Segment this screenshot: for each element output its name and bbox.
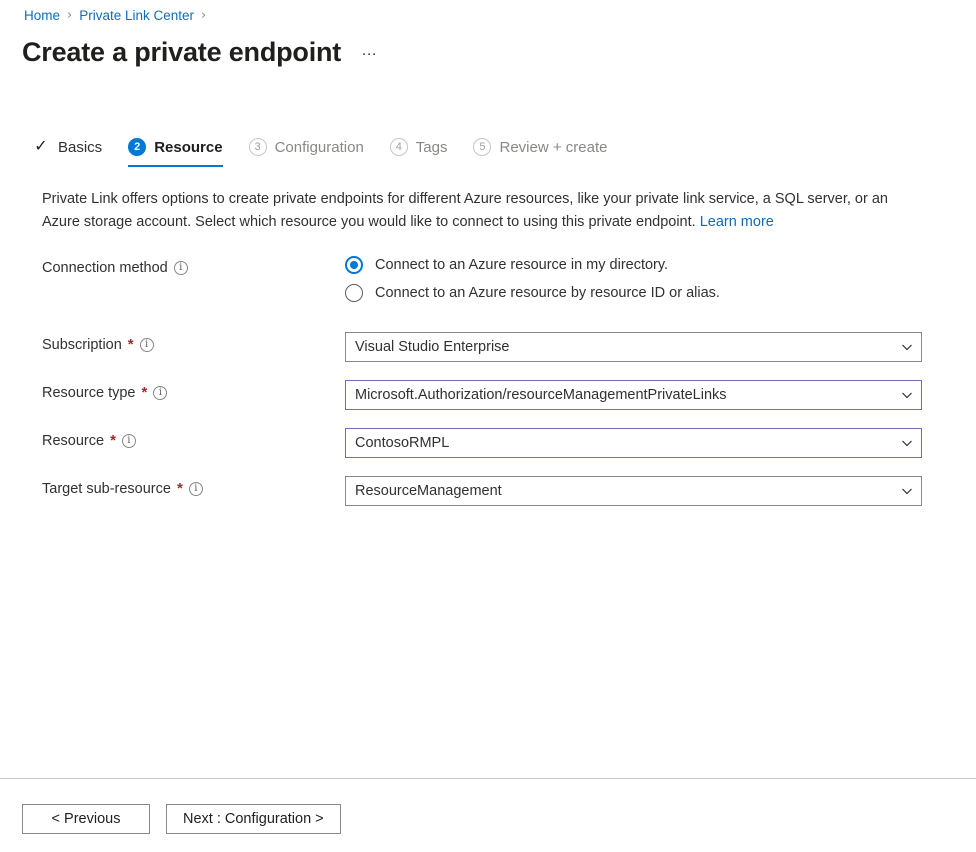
footer-divider: [0, 778, 976, 779]
required-asterisk: *: [110, 432, 116, 449]
label-text: Target sub-resource: [42, 481, 171, 497]
spacer: [42, 362, 942, 380]
info-icon[interactable]: i: [140, 338, 154, 352]
description-text: Private Link offers options to create pr…: [42, 188, 922, 235]
breadcrumb-separator-icon: ›: [67, 8, 72, 23]
spacer: [42, 458, 942, 476]
previous-button[interactable]: < Previous: [22, 804, 150, 834]
step-number-badge: 4: [390, 138, 408, 156]
field-target-sub-resource: Target sub-resource * i ResourceManageme…: [42, 476, 942, 506]
tab-resource[interactable]: 2 Resource: [128, 138, 222, 167]
info-icon[interactable]: i: [189, 482, 203, 496]
connection-method-radio-group: Connect to an Azure resource in my direc…: [345, 256, 720, 302]
spacer: [42, 302, 942, 332]
field-subscription: Subscription * i Visual Studio Enterpris…: [42, 332, 942, 362]
footer-actions: < Previous Next : Configuration >: [22, 804, 341, 834]
field-label: Resource * i: [42, 428, 345, 449]
required-asterisk: *: [128, 336, 134, 353]
tab-label: Review + create: [499, 139, 607, 156]
info-icon[interactable]: i: [153, 386, 167, 400]
required-asterisk: *: [142, 384, 148, 401]
dropdown-value: ContosoRMPL: [355, 435, 449, 451]
create-private-endpoint-page: Home › Private Link Center › Create a pr…: [0, 0, 976, 852]
field-label: Target sub-resource * i: [42, 476, 345, 497]
step-number-badge: 5: [473, 138, 491, 156]
check-icon: ✓: [32, 138, 50, 156]
resource-form: Connection method i Connect to an Azure …: [42, 256, 942, 506]
field-label: Resource type * i: [42, 380, 345, 401]
tab-review-create[interactable]: 5 Review + create: [473, 138, 607, 167]
subscription-dropdown[interactable]: Visual Studio Enterprise: [345, 332, 922, 362]
spacer: [42, 410, 942, 428]
chevron-down-icon: [901, 437, 913, 449]
field-label: Subscription * i: [42, 332, 345, 353]
page-title: Create a private endpoint: [22, 36, 341, 68]
dropdown-value: Visual Studio Enterprise: [355, 339, 510, 355]
label-text: Connection method: [42, 260, 168, 276]
breadcrumb: Home › Private Link Center ›: [24, 8, 206, 23]
tab-label: Basics: [58, 139, 102, 156]
target-sub-resource-dropdown[interactable]: ResourceManagement: [345, 476, 922, 506]
next-configuration-button[interactable]: Next : Configuration >: [166, 804, 341, 834]
required-asterisk: *: [177, 480, 183, 497]
dropdown-value: ResourceManagement: [355, 483, 502, 499]
chevron-down-icon: [901, 341, 913, 353]
tab-label: Resource: [154, 139, 222, 156]
breadcrumb-item-home[interactable]: Home: [24, 8, 60, 23]
title-row: Create a private endpoint …: [22, 36, 383, 68]
tab-basics[interactable]: ✓ Basics: [32, 138, 102, 167]
label-text: Resource type: [42, 385, 136, 401]
radio-button-icon: [345, 256, 363, 274]
radio-label: Connect to an Azure resource in my direc…: [375, 257, 668, 273]
chevron-down-icon: [901, 389, 913, 401]
tab-label: Configuration: [275, 139, 364, 156]
wizard-tabs: ✓ Basics 2 Resource 3 Configuration 4 Ta…: [32, 138, 607, 167]
radio-connect-directory[interactable]: Connect to an Azure resource in my direc…: [345, 256, 720, 274]
more-options-icon[interactable]: …: [357, 40, 383, 68]
chevron-down-icon: [901, 485, 913, 497]
info-icon[interactable]: i: [174, 261, 188, 275]
field-resource: Resource * i ContosoRMPL: [42, 428, 942, 458]
tab-label: Tags: [416, 139, 448, 156]
radio-label: Connect to an Azure resource by resource…: [375, 285, 720, 301]
field-label: Connection method i: [42, 256, 345, 276]
radio-connect-resource-id[interactable]: Connect to an Azure resource by resource…: [345, 284, 720, 302]
tab-configuration[interactable]: 3 Configuration: [249, 138, 364, 167]
step-number-badge: 2: [128, 138, 146, 156]
breadcrumb-item-private-link-center[interactable]: Private Link Center: [79, 8, 194, 23]
breadcrumb-separator-icon: ›: [201, 8, 206, 23]
learn-more-link[interactable]: Learn more: [700, 214, 774, 230]
tab-tags[interactable]: 4 Tags: [390, 138, 448, 167]
label-text: Subscription: [42, 337, 122, 353]
radio-button-icon: [345, 284, 363, 302]
label-text: Resource: [42, 433, 104, 449]
field-resource-type: Resource type * i Microsoft.Authorizatio…: [42, 380, 942, 410]
field-connection-method: Connection method i Connect to an Azure …: [42, 256, 942, 302]
info-icon[interactable]: i: [122, 434, 136, 448]
resource-type-dropdown[interactable]: Microsoft.Authorization/resourceManageme…: [345, 380, 922, 410]
step-number-badge: 3: [249, 138, 267, 156]
dropdown-value: Microsoft.Authorization/resourceManageme…: [355, 387, 727, 403]
resource-dropdown[interactable]: ContosoRMPL: [345, 428, 922, 458]
